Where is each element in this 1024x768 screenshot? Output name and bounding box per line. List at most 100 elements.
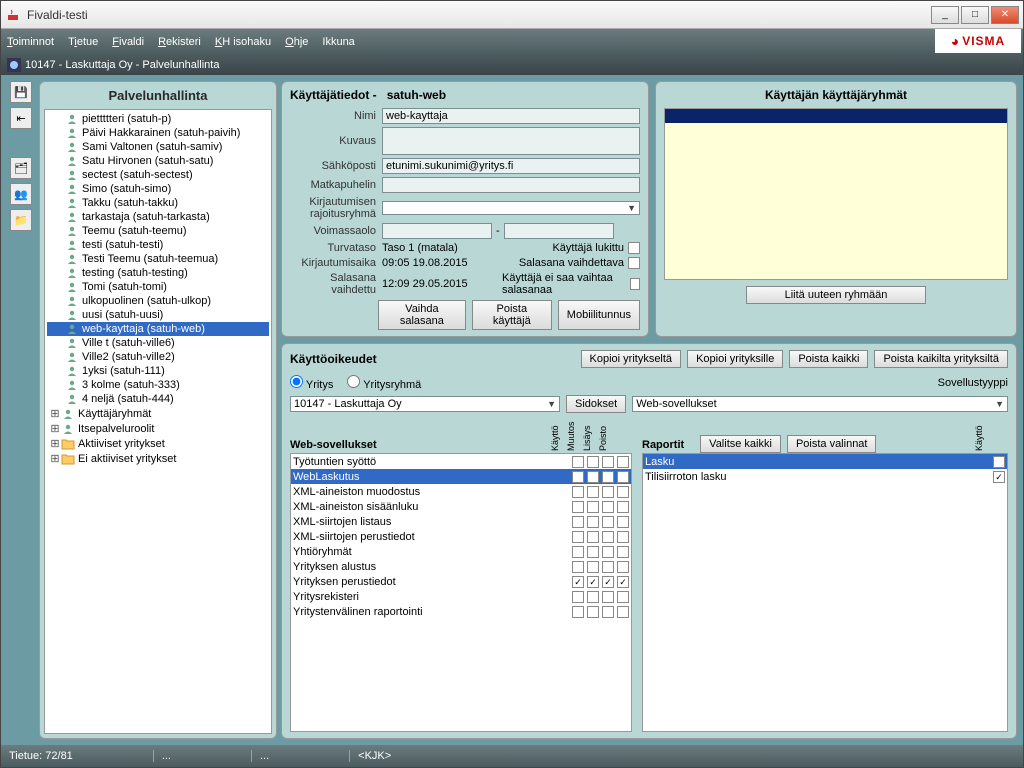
report-checkbox[interactable]: [993, 471, 1005, 483]
tree-user-item[interactable]: testi (satuh-testi): [47, 238, 269, 252]
perm-checkbox[interactable]: [602, 501, 614, 513]
perm-checkbox[interactable]: [587, 546, 599, 558]
menu-kh-isohaku[interactable]: KH isohaku: [215, 36, 271, 48]
report-row[interactable]: Lasku: [643, 454, 1007, 469]
minimize-button[interactable]: _: [931, 6, 959, 24]
perm-checkbox[interactable]: [602, 576, 614, 588]
close-button[interactable]: ✕: [991, 6, 1019, 24]
report-row[interactable]: Tilisiirroton lasku: [643, 469, 1007, 484]
tree-user-item[interactable]: testing (satuh-testing): [47, 266, 269, 280]
perm-checkbox[interactable]: [572, 576, 584, 588]
mobile-field[interactable]: [382, 177, 640, 193]
menu-tietue[interactable]: Tietue: [68, 36, 98, 48]
perm-checkbox[interactable]: [572, 516, 584, 528]
select-all-reports-button[interactable]: Valitse kaikki: [700, 435, 781, 453]
tree-category[interactable]: ⊞Käyttäjäryhmät: [47, 406, 269, 421]
tree-user-item[interactable]: Tomi (satuh-tomi): [47, 280, 269, 294]
menu-toiminnot[interactable]: Toiminnot: [7, 36, 54, 48]
tree-user-item[interactable]: Teemu (satuh-teemu): [47, 224, 269, 238]
tree-user-item[interactable]: piettttteri (satuh-p): [47, 112, 269, 126]
mustchange-checkbox[interactable]: [628, 257, 640, 269]
perm-checkbox[interactable]: [587, 561, 599, 573]
app-row[interactable]: Yritystenvälinen raportointi: [291, 604, 631, 619]
perm-checkbox[interactable]: [587, 486, 599, 498]
perm-checkbox[interactable]: [617, 486, 629, 498]
perm-checkbox[interactable]: [617, 471, 629, 483]
tool-icon-2[interactable]: 👥: [10, 183, 32, 205]
perm-checkbox[interactable]: [602, 456, 614, 468]
exit-icon[interactable]: ⇤: [10, 107, 32, 129]
perm-checkbox[interactable]: [602, 561, 614, 573]
perm-checkbox[interactable]: [587, 591, 599, 603]
sidokset-button[interactable]: Sidokset: [566, 395, 626, 413]
valid-to[interactable]: [504, 223, 614, 239]
perm-checkbox[interactable]: [587, 576, 599, 588]
perm-checkbox[interactable]: [617, 516, 629, 528]
perm-checkbox[interactable]: [617, 591, 629, 603]
tool-icon-3[interactable]: 📁: [10, 209, 32, 231]
tree-user-item[interactable]: tarkastaja (satuh-tarkasta): [47, 210, 269, 224]
app-row[interactable]: XML-siirtojen perustiedot: [291, 529, 631, 544]
app-row[interactable]: WebLaskutus: [291, 469, 631, 484]
perm-checkbox[interactable]: [572, 606, 584, 618]
maximize-button[interactable]: □: [961, 6, 989, 24]
delete-all-button[interactable]: Poista kaikki: [789, 350, 868, 368]
tree-user-item[interactable]: 1yksi (satuh-111): [47, 364, 269, 378]
delete-user-button[interactable]: Poista käyttäjä: [472, 300, 552, 330]
perm-checkbox[interactable]: [587, 471, 599, 483]
perm-checkbox[interactable]: [602, 606, 614, 618]
perm-checkbox[interactable]: [572, 561, 584, 573]
app-row[interactable]: XML-aineiston sisäänluku: [291, 499, 631, 514]
tree-user-item[interactable]: uusi (satuh-uusi): [47, 308, 269, 322]
perm-checkbox[interactable]: [572, 501, 584, 513]
app-row[interactable]: Työtuntien syöttö: [291, 454, 631, 469]
delete-all-companies-button[interactable]: Poista kaikilta yrityksiltä: [874, 350, 1008, 368]
reports-list[interactable]: LaskuTilisiirroton lasku: [642, 453, 1008, 732]
perm-checkbox[interactable]: [587, 516, 599, 528]
perm-checkbox[interactable]: [572, 531, 584, 543]
perm-checkbox[interactable]: [617, 546, 629, 558]
save-icon[interactable]: 💾: [10, 81, 32, 103]
menu-rekisteri[interactable]: Rekisteri: [158, 36, 201, 48]
perm-checkbox[interactable]: [617, 531, 629, 543]
perm-checkbox[interactable]: [602, 546, 614, 558]
perm-checkbox[interactable]: [572, 546, 584, 558]
tree-user-item[interactable]: sectest (satuh-sectest): [47, 168, 269, 182]
app-row[interactable]: Yhtiöryhmät: [291, 544, 631, 559]
apptype-combo[interactable]: Web-sovellukset▼: [632, 396, 1008, 412]
tree-user-item[interactable]: Sami Valtonen (satuh-samiv): [47, 140, 269, 154]
tree-user-item[interactable]: 3 kolme (satuh-333): [47, 378, 269, 392]
tree-user-item[interactable]: Ville2 (satuh-ville2): [47, 350, 269, 364]
perm-checkbox[interactable]: [587, 456, 599, 468]
perm-checkbox[interactable]: [602, 486, 614, 498]
mobile-id-button[interactable]: Mobiilitunnus: [558, 300, 640, 330]
perm-checkbox[interactable]: [602, 591, 614, 603]
perm-checkbox[interactable]: [572, 591, 584, 603]
perm-checkbox[interactable]: [572, 471, 584, 483]
app-row[interactable]: Yrityksen alustus: [291, 559, 631, 574]
perm-checkbox[interactable]: [602, 471, 614, 483]
tree-user-item[interactable]: Takku (satuh-takku): [47, 196, 269, 210]
app-row[interactable]: Yrityksen perustiedot: [291, 574, 631, 589]
tree-user-item[interactable]: Päivi Hakkarainen (satuh-paivih): [47, 126, 269, 140]
tree-user-item[interactable]: Satu Hirvonen (satuh-satu): [47, 154, 269, 168]
perm-checkbox[interactable]: [572, 456, 584, 468]
perm-checkbox[interactable]: [572, 486, 584, 498]
name-field[interactable]: [382, 108, 640, 124]
tree-user-item[interactable]: Ville t (satuh-ville6): [47, 336, 269, 350]
perm-checkbox[interactable]: [617, 561, 629, 573]
radio-company-group[interactable]: Yritysryhmä: [347, 375, 421, 391]
tree-user-item[interactable]: web-kayttaja (satuh-web): [47, 322, 269, 336]
perm-checkbox[interactable]: [617, 456, 629, 468]
deselect-reports-button[interactable]: Poista valinnat: [787, 435, 877, 453]
change-password-button[interactable]: Vaihda salasana: [378, 300, 466, 330]
tree-user-item[interactable]: Testi Teemu (satuh-teemua): [47, 252, 269, 266]
tree-category[interactable]: ⊞Aktiiviset yritykset: [47, 436, 269, 451]
tool-icon-1[interactable]: 🗂: [10, 157, 32, 179]
locked-checkbox[interactable]: [628, 242, 640, 254]
perm-checkbox[interactable]: [602, 531, 614, 543]
add-to-group-button[interactable]: Liitä uuteen ryhmään: [746, 286, 926, 304]
web-apps-list[interactable]: Työtuntien syöttöWebLaskutus XML-aineisto…: [290, 453, 632, 732]
menu-fivaldi[interactable]: Fivaldi: [112, 36, 144, 48]
menu-ohje[interactable]: Ohje: [285, 36, 308, 48]
